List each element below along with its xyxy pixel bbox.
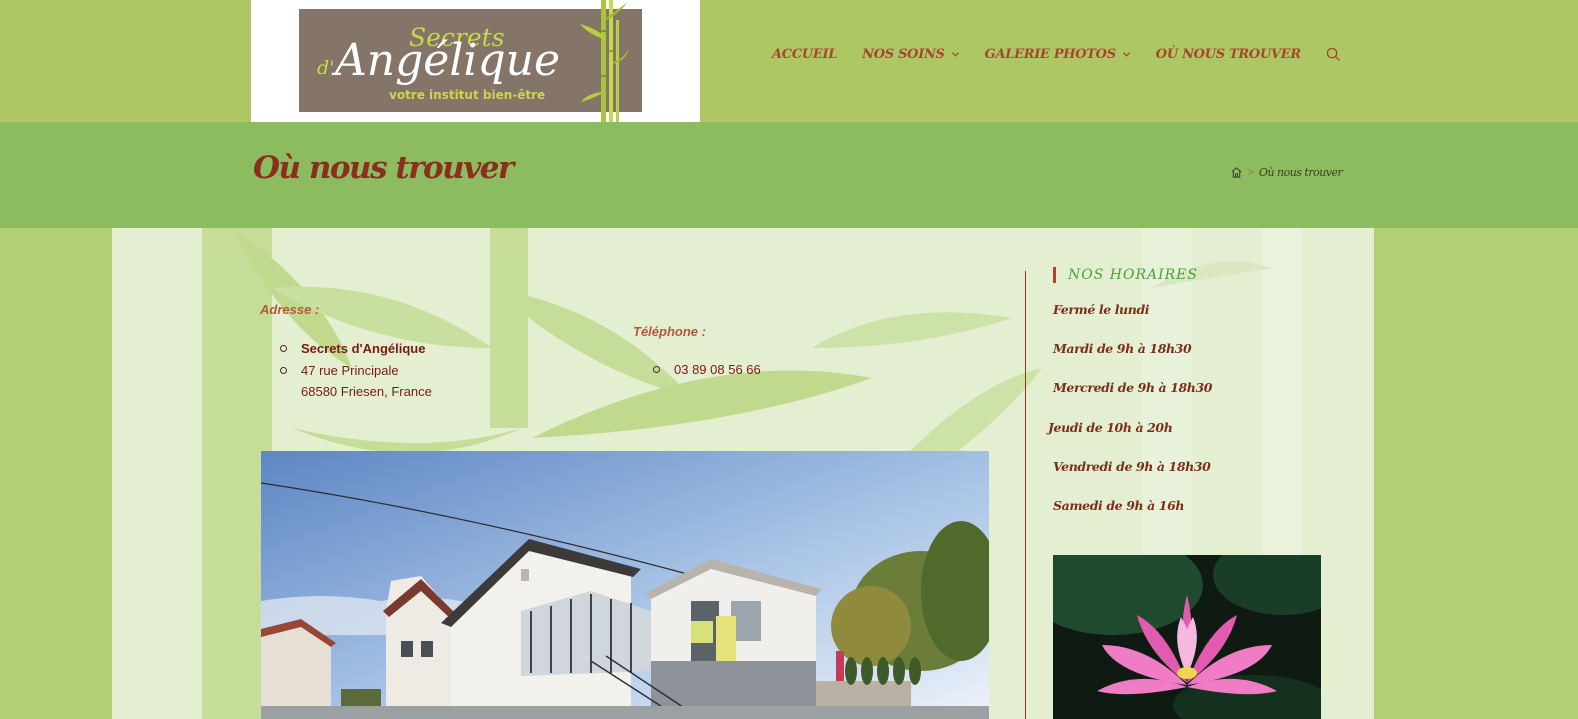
address-list: Secrets d'Angélique 47 rue Principale 68…	[280, 338, 432, 403]
sidebar-divider	[1025, 271, 1026, 719]
hours-line: Vendredi de 9h à 18h30	[1053, 458, 1211, 474]
nav-item-ou-nous-trouver[interactable]: OÙ NOUS TROUVER	[1156, 47, 1301, 62]
site-logo[interactable]: Secrets d' Angélique votre institut bien…	[251, 0, 700, 122]
address-label: Adresse :	[260, 302, 320, 317]
content-area: Adresse : Secrets d'Angélique 47 rue Pri…	[0, 228, 1578, 719]
address-city: 68580 Friesen, France	[301, 384, 432, 399]
list-item: 03 89 08 56 66	[653, 359, 761, 381]
bullet-circle	[280, 345, 287, 352]
bamboo-logo-graphic	[580, 0, 629, 122]
nav-item-galerie-photos[interactable]: GALERIE PHOTOS	[985, 47, 1131, 62]
hours-line: Samedi de 9h à 16h	[1053, 497, 1185, 513]
nav-label-galerie-photos: GALERIE PHOTOS	[984, 47, 1116, 62]
breadcrumb: > Où nous trouver	[1230, 166, 1343, 179]
nav-label-nos-soins: NOS SOINS	[862, 47, 945, 62]
site-header: Secrets d' Angélique votre institut bien…	[0, 0, 1578, 122]
nav-label-accueil: ACCUEIL	[772, 47, 838, 62]
storefront-photo	[261, 451, 989, 719]
sidebar-title-text: NOS HORAIRES	[1068, 267, 1198, 283]
bullet-circle	[280, 366, 287, 374]
hours-line: Fermé le lundi	[1053, 302, 1150, 317]
breadcrumb-separator: >	[1247, 167, 1255, 178]
nav-label-ou-nous-trouver: OÙ NOUS TROUVER	[1155, 47, 1301, 62]
hours-line: Jeudi de 10h à 20h	[1048, 419, 1173, 435]
page-header-band: Où nous trouver > Où nous trouver	[0, 122, 1578, 228]
page-title: Où nous trouver	[253, 150, 514, 186]
hours-line: Mardi de 9h à 18h30	[1053, 341, 1192, 357]
chevron-down-icon	[1122, 52, 1130, 57]
sidebar-widget-title: NOS HORAIRES	[1053, 267, 1198, 283]
nav-item-nos-soins[interactable]: NOS SOINS	[862, 47, 960, 62]
phone-list: 03 89 08 56 66	[653, 359, 761, 381]
list-item: 47 rue Principale 68580 Friesen, France	[280, 360, 432, 403]
opening-hours-list: Fermé le lundi Mardi de 9h à 18h30 Mercr…	[1048, 302, 1213, 537]
logo-tagline: votre institut bien-être	[389, 88, 546, 102]
logo-text-angelique: Angélique	[335, 35, 561, 86]
chevron-down-icon	[951, 52, 959, 57]
phone-label: Téléphone :	[633, 324, 706, 339]
nav-item-accueil[interactable]: ACCUEIL	[772, 47, 837, 62]
lotus-flower-image	[1053, 555, 1321, 719]
list-item: Secrets d'Angélique	[280, 338, 432, 360]
title-accent-bar	[1053, 267, 1056, 283]
hours-line: Mercredi de 9h à 18h30	[1053, 380, 1213, 396]
bullet-circle	[653, 366, 660, 373]
breadcrumb-current: Où nous trouver	[1258, 166, 1343, 179]
home-icon[interactable]	[1230, 166, 1243, 179]
business-name: Secrets d'Angélique	[301, 341, 426, 356]
phone-number[interactable]: 03 89 08 56 66	[674, 362, 761, 377]
main-navigation: ACCUEIL NOS SOINS GALERIE PHOTOS OÙ NOUS…	[772, 47, 1341, 62]
search-icon[interactable]	[1326, 47, 1341, 62]
address-street: 47 rue Principale	[301, 362, 399, 378]
logo-text-d: d'	[317, 57, 335, 79]
